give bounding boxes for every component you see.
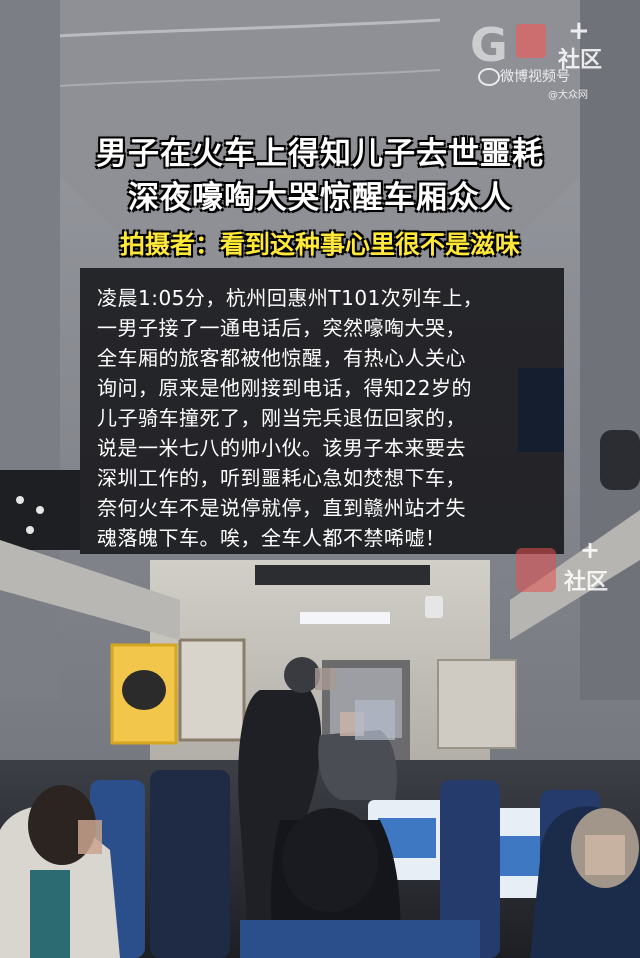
headline-line-2: 深夜嚎啕大哭惊醒车厢众人 bbox=[128, 180, 512, 216]
story-line: 儿子骑车撞死了，刚当完兵退伍回家的， bbox=[97, 406, 466, 430]
wall-sign bbox=[437, 659, 517, 749]
notice-board bbox=[178, 638, 246, 742]
story-line: 深圳工作的，听到噩耗心急如焚想下车， bbox=[97, 466, 466, 490]
weibo-watermark: G + 社区 微博视频号 @大众网 bbox=[470, 16, 620, 101]
story-line: 询问，原来是他刚接到电话，得知22岁的 bbox=[97, 376, 472, 400]
subheadline: 拍摄者：看到这种事心里很不是滋味 bbox=[119, 230, 520, 259]
watermark-platform: 微博视频号 bbox=[500, 69, 570, 85]
watermark-logo-mark bbox=[516, 24, 546, 58]
community-logo bbox=[516, 548, 556, 592]
smoke-detector bbox=[425, 596, 443, 618]
weibo-icon bbox=[478, 68, 500, 86]
story-line: 说是一米七八的帅小伙。该男子本来要去 bbox=[97, 436, 466, 460]
passenger-top-right bbox=[600, 430, 640, 490]
community-label: 社区 bbox=[564, 570, 609, 595]
watermark-logo: G bbox=[470, 18, 508, 72]
story-line: 凌晨1:05分，杭州回惠州T101次列车上， bbox=[97, 286, 484, 310]
story-text-box: 凌晨1:05分，杭州回惠州T101次列车上， 一男子接了一通电话后，突然嚎啕大哭… bbox=[80, 268, 564, 554]
watermark-source: @大众网 bbox=[548, 90, 588, 101]
story-line: 奈何火车不是说停就停，直到赣州站才失 bbox=[97, 496, 466, 520]
seat-left-2 bbox=[150, 770, 230, 958]
led-display bbox=[255, 565, 430, 585]
story-line: 全车厢的旅客都被他惊醒，有热心人关心 bbox=[97, 346, 466, 370]
story-line: 魂落魄下车。唉，全车人都不禁唏嘘！ bbox=[97, 526, 446, 550]
community-plus: + bbox=[580, 536, 601, 564]
ceiling-light bbox=[300, 612, 390, 624]
community-watermark: + 社区 bbox=[512, 536, 622, 600]
story-line: 一男子接了一通电话后，突然嚎啕大哭， bbox=[97, 316, 466, 340]
seated-man bbox=[318, 730, 397, 800]
headline-line-1: 男子在火车上得知儿子去世噩耗 bbox=[96, 136, 544, 172]
